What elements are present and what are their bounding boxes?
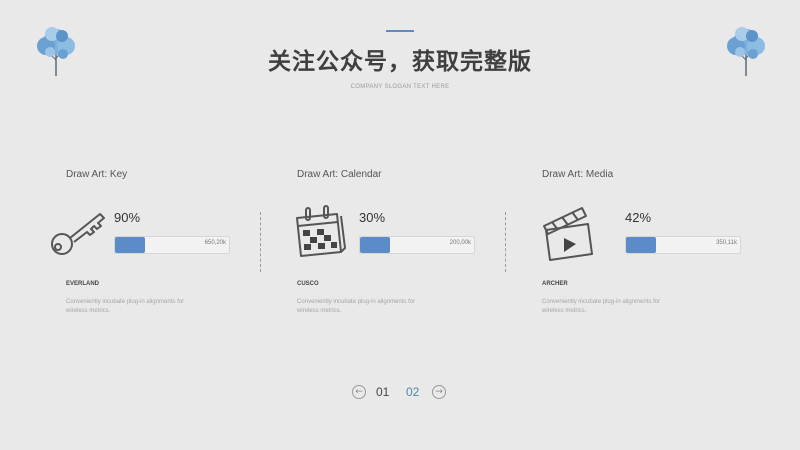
arrow-right-icon[interactable]: → xyxy=(432,385,446,399)
progress-bar: 200,00k xyxy=(359,236,475,254)
card-key: Draw Art: Key 90% 650,20k EVERLAND Conve… xyxy=(51,166,271,326)
progress-bar: 350,11k xyxy=(625,236,741,254)
progress-value: 200,00k xyxy=(449,240,471,246)
card-description: Conveniently incubate plug-in alignments… xyxy=(542,299,661,314)
company-name: CUSCO xyxy=(297,281,319,287)
clapperboard-icon xyxy=(543,207,593,261)
page-subtitle: COMPANY SLOGAN TEXT HERE xyxy=(350,84,450,90)
card-media: Draw Art: Media 42% 350,11k ARCHER Conve… xyxy=(542,166,747,326)
progress-fill xyxy=(115,237,145,253)
progress-fill xyxy=(626,237,656,253)
percent-label: 30% xyxy=(359,210,386,225)
page-number-01[interactable]: 01 xyxy=(376,385,389,399)
card-description: Conveniently incubate plug-in alignments… xyxy=(297,299,416,314)
company-name: ARCHER xyxy=(542,281,568,287)
percent-label: 42% xyxy=(625,210,652,225)
card-title: Draw Art: Media xyxy=(542,169,614,180)
card-description: Conveniently incubate plug-in alignments… xyxy=(66,299,185,314)
page-number-02[interactable]: 02 xyxy=(406,385,419,399)
page-title: 关注公众号，获取完整版 xyxy=(268,49,532,75)
progress-fill xyxy=(360,237,390,253)
pagination: ← 01 02 → xyxy=(350,384,450,402)
divider xyxy=(260,212,261,272)
card-title: Draw Art: Calendar xyxy=(297,169,382,180)
calendar-icon xyxy=(296,205,346,257)
card-title: Draw Art: Key xyxy=(66,169,128,180)
title-accent-line xyxy=(386,30,414,32)
progress-value: 350,11k xyxy=(716,240,737,246)
progress-bar: 650,20k xyxy=(114,236,230,254)
progress-value: 650,20k xyxy=(204,240,226,246)
company-name: EVERLAND xyxy=(66,281,100,287)
key-icon xyxy=(51,213,105,255)
divider xyxy=(505,212,506,272)
card-calendar: Draw Art: Calendar 30% 200,00k CUSCO Con… xyxy=(296,166,502,326)
arrow-left-icon[interactable]: ← xyxy=(352,385,366,399)
percent-label: 90% xyxy=(114,210,141,225)
